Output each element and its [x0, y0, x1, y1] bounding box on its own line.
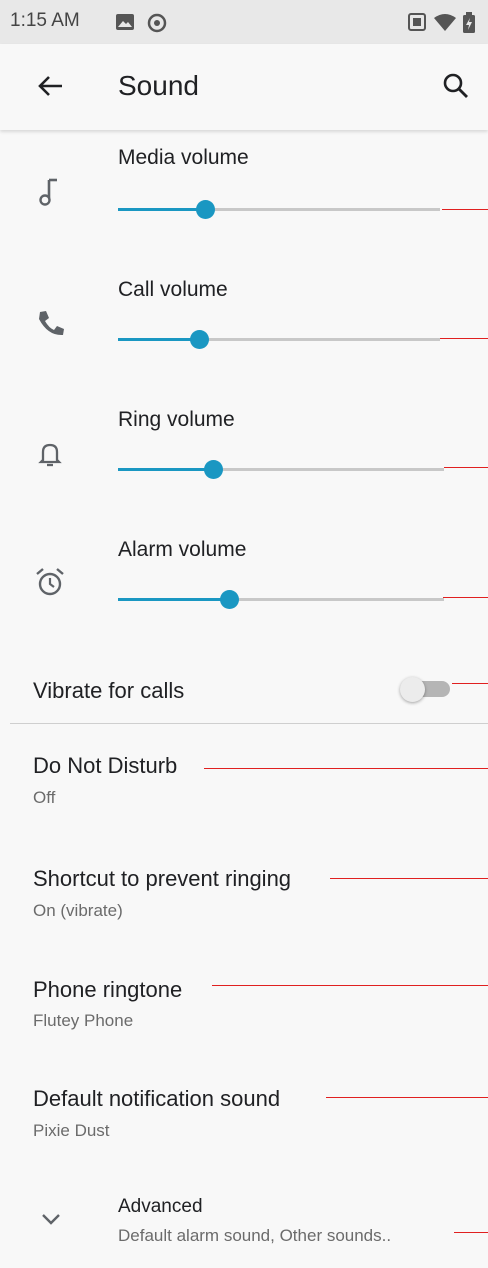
slider-fill — [118, 598, 229, 601]
alarm-clock-icon — [36, 568, 64, 596]
slider-thumb[interactable] — [220, 590, 239, 609]
annotation-line — [330, 878, 488, 879]
slider-fill — [118, 338, 199, 341]
vibrate-label: Vibrate for calls — [33, 678, 185, 703]
status-time: 1:15 AM — [10, 10, 80, 31]
ring-volume-slider[interactable] — [118, 460, 444, 479]
volume-label: Alarm volume — [118, 538, 247, 561]
image-notification-icon — [116, 14, 134, 30]
sync-notification-icon — [147, 13, 167, 33]
item-subtitle: Off — [33, 788, 56, 807]
item-title: Do Not Disturb — [33, 753, 178, 778]
annotation-line — [454, 1232, 488, 1233]
item-title: Shortcut to prevent ringing — [33, 866, 292, 891]
annotation-line — [204, 768, 488, 769]
annotation-line — [443, 597, 488, 598]
bell-icon — [38, 443, 62, 467]
item-subtitle: Pixie Dust — [33, 1121, 110, 1140]
slider-thumb[interactable] — [190, 330, 209, 349]
phone-icon — [39, 311, 64, 336]
volume-label: Ring volume — [118, 408, 235, 431]
annotation-line — [212, 985, 488, 986]
annotation-line — [440, 338, 488, 339]
music-note-icon — [39, 178, 57, 206]
screenshot-notification-icon — [408, 13, 426, 31]
slider-thumb[interactable] — [196, 200, 215, 219]
item-title: Default notification sound — [33, 1086, 281, 1111]
annotation-line — [444, 467, 488, 468]
section-divider — [10, 723, 488, 724]
annotation-line — [452, 683, 488, 684]
page-title: Sound — [118, 70, 199, 101]
search-icon[interactable] — [442, 72, 470, 100]
item-title: Phone ringtone — [33, 977, 183, 1002]
back-arrow-icon[interactable] — [36, 72, 64, 100]
app-bar: Sound — [0, 44, 488, 130]
media-volume-slider[interactable] — [118, 200, 440, 219]
slider-fill — [118, 468, 213, 471]
item-subtitle: On (vibrate) — [33, 901, 123, 920]
annotation-line — [442, 209, 488, 210]
call-volume-slider[interactable] — [118, 330, 440, 349]
wifi-signal-icon — [434, 14, 456, 31]
volume-label: Media volume — [118, 146, 249, 169]
alarm-volume-slider[interactable] — [118, 590, 444, 609]
slider-thumb[interactable] — [204, 460, 223, 479]
vibrate-toggle-thumb[interactable] — [400, 677, 425, 702]
item-subtitle: Flutey Phone — [33, 1011, 134, 1030]
annotation-line — [326, 1097, 488, 1098]
volume-label: Call volume — [118, 278, 228, 301]
status-bar: 1:15 AM — [0, 0, 488, 44]
chevron-down-icon — [42, 1214, 60, 1225]
slider-fill — [118, 208, 205, 211]
battery-charging-icon — [463, 12, 475, 33]
advanced-title: Advanced — [118, 1196, 203, 1217]
advanced-subtitle: Default alarm sound, Other sounds.. — [118, 1226, 392, 1245]
